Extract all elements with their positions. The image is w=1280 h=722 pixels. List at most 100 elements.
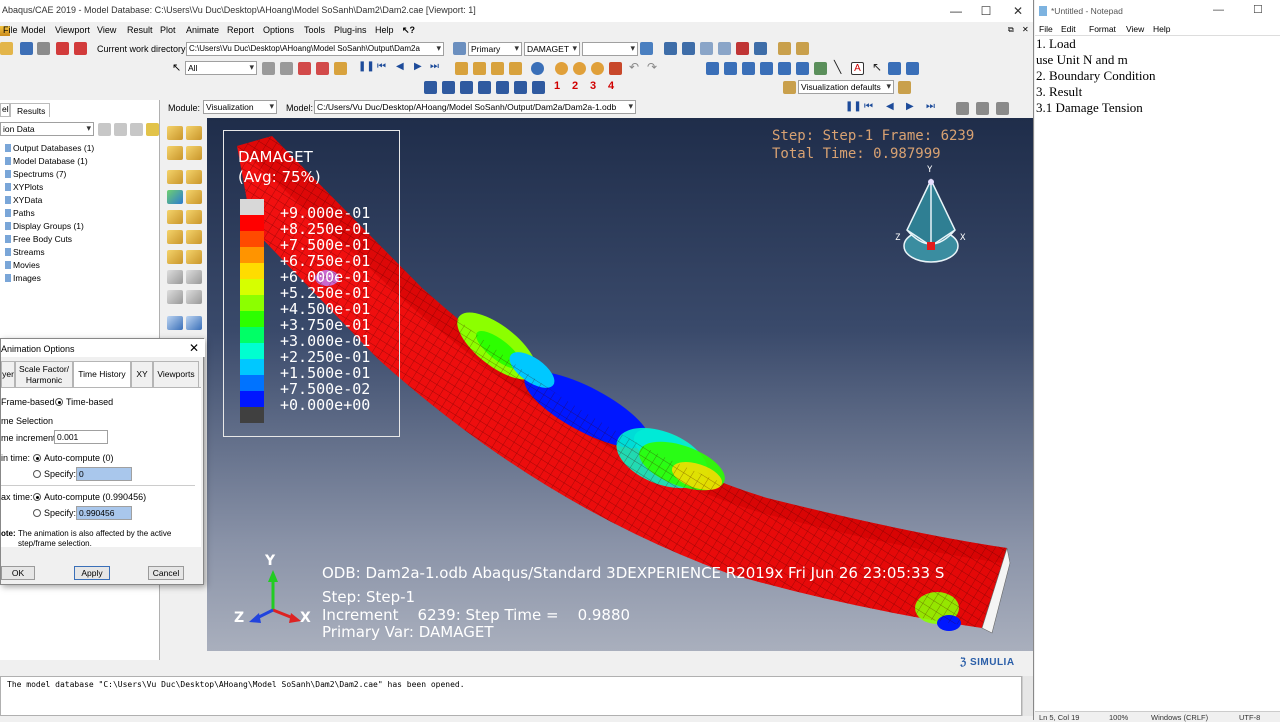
- redo-icon[interactable]: ↷: [647, 60, 657, 74]
- next-frame-icon[interactable]: ▶: [414, 61, 422, 72]
- view-5-icon[interactable]: [496, 81, 509, 94]
- specify-max-radio[interactable]: Specify:: [33, 508, 76, 518]
- view-top-icon[interactable]: [509, 62, 522, 75]
- toolbox-report-2-icon[interactable]: [186, 270, 202, 284]
- toolbox-view-icon[interactable]: [186, 316, 202, 330]
- tree-item-movies[interactable]: Movies: [5, 260, 40, 270]
- toolbox-table-2-icon[interactable]: [186, 290, 202, 304]
- layout-icon-2[interactable]: [724, 62, 737, 75]
- zoom-icon[interactable]: [700, 42, 713, 55]
- tree-item-xydata[interactable]: XYData: [5, 195, 42, 205]
- close-button[interactable]: ✕: [1004, 3, 1032, 19]
- toolbox-table-icon[interactable]: [167, 290, 183, 304]
- tree-item-free-body-cuts[interactable]: Free Body Cuts: [5, 234, 72, 244]
- annotation-icon[interactable]: [814, 62, 827, 75]
- view-2-icon[interactable]: [442, 81, 455, 94]
- view-back-icon[interactable]: [491, 62, 504, 75]
- component-select[interactable]: [582, 42, 638, 56]
- menu-file[interactable]: File: [3, 25, 18, 35]
- select-tool-icon[interactable]: [262, 62, 275, 75]
- grid-icon-2[interactable]: [906, 62, 919, 75]
- select-tool-icon-2[interactable]: [280, 62, 293, 75]
- menu-help[interactable]: Help: [375, 25, 394, 35]
- variable-select[interactable]: DAMAGET: [524, 42, 580, 56]
- toolbox-options-icon[interactable]: [186, 230, 202, 244]
- measure-icon[interactable]: [796, 42, 809, 55]
- view-front-icon[interactable]: [473, 62, 486, 75]
- vis-defaults-select[interactable]: Visualization defaults: [798, 80, 894, 94]
- red-tool-icon[interactable]: [56, 42, 69, 55]
- toolbox-symbol-icon[interactable]: [167, 170, 183, 184]
- last-frame-icon[interactable]: ⏭: [430, 61, 439, 72]
- selection-filter[interactable]: All: [185, 61, 257, 75]
- tab-xy[interactable]: XY: [131, 361, 153, 387]
- tree-item-images[interactable]: Images: [5, 273, 41, 283]
- time-increment-input[interactable]: 0.001: [54, 430, 108, 444]
- tree-item-output-databases[interactable]: Output Databases (1): [5, 143, 94, 153]
- box-zoom-icon[interactable]: [718, 42, 731, 55]
- toolbox-contour-2-icon[interactable]: [186, 146, 202, 160]
- query-icon[interactable]: [778, 42, 791, 55]
- auto-fit-icon[interactable]: [736, 42, 749, 55]
- ok-button[interactable]: OK: [1, 566, 35, 580]
- notepad-minimize-button[interactable]: —: [1213, 4, 1224, 16]
- restore-icon[interactable]: ⧉: [1008, 25, 1014, 35]
- grid-icon[interactable]: [888, 62, 901, 75]
- layout-icon-5[interactable]: [778, 62, 791, 75]
- menu-report[interactable]: Report: [227, 25, 254, 35]
- circle-select-icon[interactable]: [316, 62, 329, 75]
- time-based-radio[interactable]: Time-based: [55, 397, 113, 407]
- notepad-maximize-button[interactable]: ☐: [1253, 3, 1263, 16]
- notepad-text-area[interactable]: 1. Load use Unit N and m 2. Boundary Con…: [1035, 35, 1280, 711]
- tree-item-paths[interactable]: Paths: [5, 208, 35, 218]
- tree-item-streams[interactable]: Streams: [5, 247, 45, 257]
- vis-options-icon[interactable]: [898, 81, 911, 94]
- cwd-select[interactable]: C:\Users\Vu Duc\Desktop\AHoang\Model SoS…: [186, 42, 444, 56]
- ctx-tool-icon[interactable]: [956, 102, 969, 115]
- tree-item-xyplots[interactable]: XYPlots: [5, 182, 43, 192]
- notepad-menu-help[interactable]: Help: [1153, 24, 1170, 34]
- notepad-menu-view[interactable]: View: [1126, 24, 1144, 34]
- auto-compute-min-radio[interactable]: Auto-compute (0): [33, 453, 114, 463]
- ctx-camera-icon[interactable]: [976, 102, 989, 115]
- toolbox-contour-plot-icon[interactable]: [167, 190, 183, 204]
- close-viewport-icon[interactable]: ✕: [1022, 25, 1029, 34]
- camera-icon[interactable]: [334, 62, 347, 75]
- specify-min-input[interactable]: 0: [76, 467, 132, 481]
- layout-icon-3[interactable]: [742, 62, 755, 75]
- view-7-icon[interactable]: [532, 81, 545, 94]
- text-annotation-icon[interactable]: A: [851, 62, 864, 75]
- toolbox-harmonic-icon[interactable]: [167, 230, 183, 244]
- ctx-pause-icon[interactable]: ❚❚: [845, 101, 862, 112]
- notepad-menu-file[interactable]: File: [1039, 24, 1053, 34]
- tab-layer[interactable]: yer: [1, 361, 15, 387]
- notepad-menu-edit[interactable]: Edit: [1061, 24, 1076, 34]
- pointer-icon[interactable]: ↖: [872, 60, 882, 74]
- tree-item-display-groups[interactable]: Display Groups (1): [5, 221, 84, 231]
- frame-based-radio[interactable]: Frame-based: [1, 397, 55, 407]
- legend[interactable]: DAMAGET (Avg: 75%) +9.000e-01 +8.250e-01 +…: [223, 130, 400, 437]
- tab-time-history[interactable]: Time History: [73, 361, 131, 387]
- cycle-view-icon[interactable]: [754, 42, 767, 55]
- tree-item-model-database[interactable]: Model Database (1): [5, 156, 88, 166]
- tree-tool-icon-3[interactable]: [130, 123, 143, 136]
- hide-icon[interactable]: [609, 62, 622, 75]
- toolbox-animate-icon[interactable]: [186, 190, 202, 204]
- notepad-menu-format[interactable]: Format: [1089, 24, 1116, 34]
- tab-model[interactable]: el: [0, 103, 10, 117]
- toolbox-material-icon[interactable]: [186, 170, 202, 184]
- apply-button[interactable]: Apply: [74, 566, 110, 580]
- view-3-icon[interactable]: [460, 81, 473, 94]
- menu-plugins[interactable]: Plug-ins: [334, 25, 367, 35]
- menu-view[interactable]: View: [97, 25, 116, 35]
- tree-filter-select[interactable]: ion Data: [0, 122, 94, 136]
- specify-min-radio[interactable]: Specify:: [33, 469, 76, 479]
- toolbox-plot-undeformed-icon[interactable]: [167, 126, 183, 140]
- menu-result[interactable]: Result: [127, 25, 153, 35]
- primary-select[interactable]: Primary: [468, 42, 522, 56]
- menu-animate[interactable]: Animate: [186, 25, 219, 35]
- auto-compute-max-radio[interactable]: Auto-compute (0.990456): [33, 492, 146, 502]
- render-icon[interactable]: [555, 62, 568, 75]
- toolbox-xy-2-icon[interactable]: [186, 250, 202, 264]
- open-icon[interactable]: [0, 42, 13, 55]
